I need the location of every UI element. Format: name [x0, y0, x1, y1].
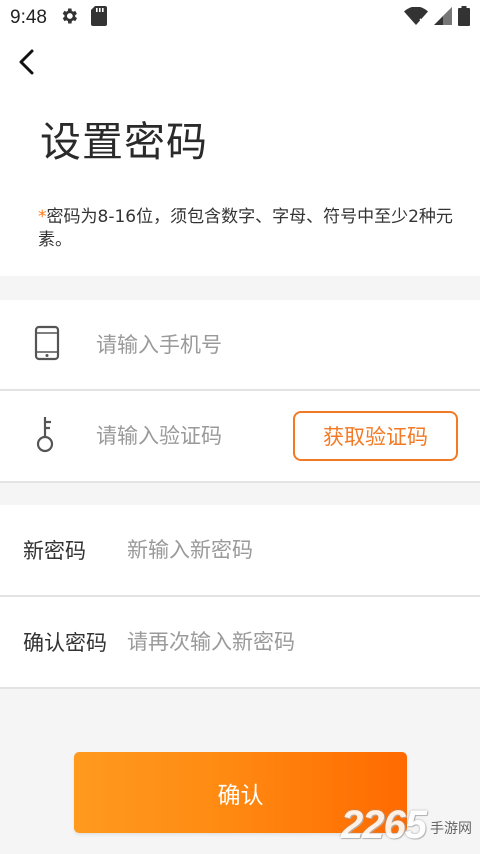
key-icon-cell [0, 415, 96, 457]
status-right [404, 5, 470, 31]
sd-card-icon [90, 5, 107, 31]
back-button[interactable] [10, 46, 44, 82]
verification-code-input[interactable] [96, 424, 286, 448]
new-password-row: 新密码 [0, 505, 480, 597]
wifi-icon [404, 6, 428, 30]
new-password-input[interactable] [127, 538, 447, 562]
page-title: 设置密码 [40, 118, 208, 166]
chevron-left-icon [18, 49, 36, 79]
phone-row [0, 300, 480, 391]
status-time: 9:48 [10, 7, 47, 28]
verification-row: 获取验证码 [0, 391, 480, 483]
battery-icon [458, 5, 470, 31]
watermark-logo: 2265 手游网 [341, 803, 472, 848]
key-icon [34, 415, 56, 457]
phone-icon-cell [0, 325, 96, 365]
phone-input[interactable] [96, 332, 436, 357]
confirm-password-label: 确认密码 [23, 631, 107, 655]
signal-icon [434, 6, 452, 30]
section-divider [0, 483, 480, 505]
confirm-password-row: 确认密码 [0, 597, 480, 689]
password-hint: *密码为8-16位，须包含数字、字母、符号中至少2种元素。 [38, 206, 458, 252]
new-password-label: 新密码 [23, 539, 86, 563]
get-code-button[interactable]: 获取验证码 [293, 411, 458, 461]
status-bar: 9:48 [0, 0, 480, 36]
section-divider [0, 276, 480, 300]
confirm-password-input[interactable] [127, 630, 447, 654]
status-left: 9:48 [10, 5, 107, 31]
phone-icon [34, 325, 60, 365]
required-star: * [38, 207, 47, 227]
hint-text: 密码为8-16位，须包含数字、字母、符号中至少2种元素。 [38, 207, 453, 250]
settings-icon [59, 6, 79, 31]
set-password-screen: 9:48 设置密码 *密码为8-16位，须包含数字、字母、符号中至少2种元素。 … [0, 0, 480, 854]
watermark-text: 手游网 [430, 821, 472, 837]
watermark-number: 2265 [341, 803, 427, 847]
